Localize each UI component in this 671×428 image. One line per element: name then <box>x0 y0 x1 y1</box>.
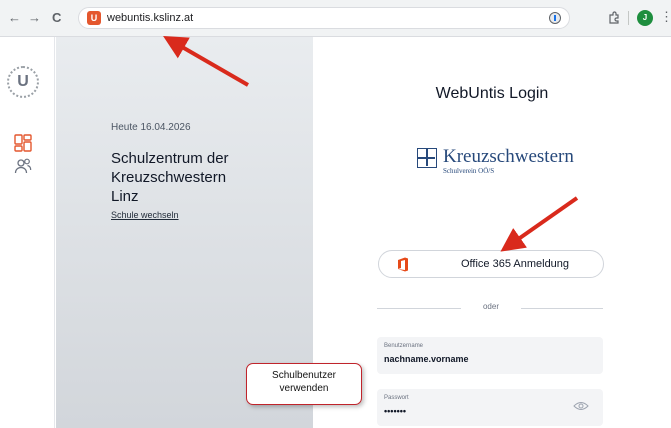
password-field[interactable]: Passwort ••••••• <box>377 389 603 426</box>
site-favicon-icon: U <box>87 11 101 25</box>
browser-menu-icon[interactable]: ⋮ <box>660 10 671 24</box>
login-panel: WebUntis Login Kreuzschwestern Schulvere… <box>313 37 671 428</box>
dashboard-icon[interactable] <box>14 134 32 152</box>
brand-name: Kreuzschwestern <box>443 146 574 167</box>
password-key-icon[interactable] <box>549 12 561 24</box>
school-brand-logo: Kreuzschwestern Schulverein OÖ/S <box>417 146 574 178</box>
callout-line1: Schulbenutzer <box>272 370 336 381</box>
reload-icon[interactable]: C <box>52 11 61 25</box>
login-title: WebUntis Login <box>435 85 549 102</box>
show-password-eye-icon[interactable] <box>573 401 589 411</box>
username-field[interactable]: Benutzername nachname.vorname <box>377 337 603 374</box>
annotation-callout: Schulbenutzer verwenden <box>246 363 362 405</box>
webuntis-logo: U <box>7 66 39 98</box>
extensions-puzzle-icon[interactable] <box>606 10 622 26</box>
address-bar[interactable]: U webuntis.kslinz.at <box>78 7 570 29</box>
office365-login-button[interactable]: Office 365 Anmeldung <box>378 250 604 278</box>
callout-line2: verwenden <box>279 383 329 394</box>
office365-label: Office 365 Anmeldung <box>461 258 570 270</box>
brand-subtitle: Schulverein OÖ/S <box>443 167 495 175</box>
toolbar-separator <box>628 11 629 25</box>
school-name-line1: Schulzentrum der <box>111 150 229 167</box>
current-date: Heute 16.04.2026 <box>111 122 191 133</box>
back-icon[interactable]: ← <box>8 11 21 25</box>
password-value[interactable]: ••••••• <box>384 406 406 416</box>
users-icon[interactable] <box>14 157 32 175</box>
url-text[interactable]: webuntis.kslinz.at <box>107 12 193 24</box>
browser-toolbar: ← → C U webuntis.kslinz.at J ⋮ <box>0 0 671 37</box>
school-name-line2: Kreuzschwestern <box>111 169 227 186</box>
office-icon <box>398 257 408 272</box>
school-name: Schulzentrum der Kreuzschwestern Linz <box>111 149 281 206</box>
divider-text: oder <box>461 302 521 311</box>
app-sidebar: U <box>0 37 55 428</box>
username-label: Benutzername <box>384 343 424 349</box>
profile-avatar[interactable]: J <box>637 10 653 26</box>
switch-school-link[interactable]: Schule wechseln <box>111 210 179 220</box>
username-value[interactable]: nachname.vorname <box>384 354 469 364</box>
forward-icon[interactable]: → <box>28 11 41 25</box>
school-name-line3: Linz <box>111 188 139 205</box>
brand-window-icon <box>417 148 437 168</box>
password-label: Passwort <box>384 395 409 401</box>
